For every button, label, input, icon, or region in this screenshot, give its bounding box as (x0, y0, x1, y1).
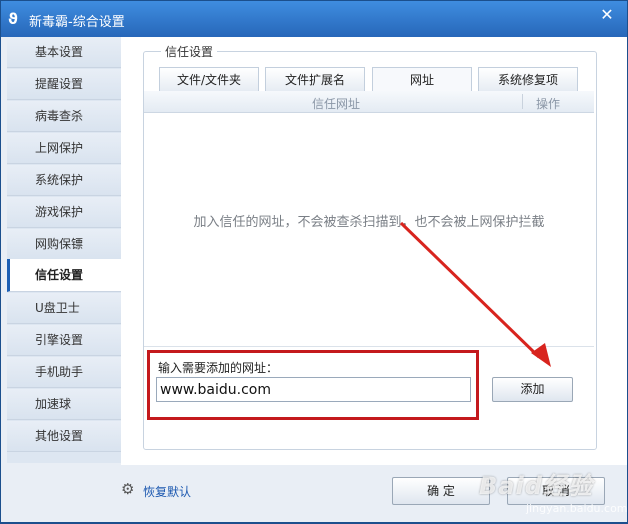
tab-file-extensions[interactable]: 文件扩展名 (265, 67, 365, 91)
settings-window: ϑ 新毒霸-综合设置 ✕ 基本设置 提醒设置 病毒查杀 上网保护 系统保护 游戏… (0, 0, 628, 523)
ok-button[interactable]: 确 定 (392, 477, 490, 505)
tab-urls[interactable]: 网址 (372, 67, 472, 92)
group-title: 信任设置 (161, 43, 218, 60)
sidebar-item-web-protection[interactable]: 上网保护 (7, 133, 121, 164)
window-title: 新毒霸-综合设置 (29, 15, 125, 30)
restore-defaults-link[interactable]: 恢复默认 (143, 483, 191, 500)
sidebar-item-engine[interactable]: 引擎设置 (7, 325, 121, 356)
sidebar-item-phone-assistant[interactable]: 手机助手 (7, 357, 121, 388)
close-button[interactable]: ✕ (595, 5, 619, 25)
divider (144, 346, 594, 347)
watermark-url: jingyan.baidu.com (526, 502, 628, 515)
column-header-trusted-url[interactable]: 信任网址 (312, 95, 360, 112)
empty-list-hint: 加入信任的网址，不会被查杀扫描到，也不会被上网保护拦截 (193, 215, 545, 230)
sidebar-item-speed-ball[interactable]: 加速球 (7, 389, 121, 420)
sidebar-item-trust[interactable]: 信任设置 (7, 259, 123, 292)
sidebar-item-shopping-guard[interactable]: 网购保镖 (7, 229, 121, 260)
column-divider (522, 94, 523, 109)
watermark-logo: Baid经验 (479, 472, 593, 500)
sidebar-item-other[interactable]: 其他设置 (7, 421, 121, 452)
column-header-action[interactable]: 操作 (536, 95, 560, 112)
gear-icon[interactable]: ⚙ (121, 481, 137, 497)
sidebar-item-system-protection[interactable]: 系统保护 (7, 165, 121, 196)
tab-files-folders[interactable]: 文件/文件夹 (159, 67, 259, 91)
sidebar-item-virus-scan[interactable]: 病毒查杀 (7, 101, 121, 132)
annotation-highlight-box (147, 350, 479, 420)
sidebar-item-reminder[interactable]: 提醒设置 (7, 69, 121, 100)
sidebar-item-usb-guard[interactable]: U盘卫士 (7, 293, 121, 324)
duba-logo-icon: ϑ (8, 10, 18, 28)
add-button[interactable]: 添加 (492, 377, 573, 402)
sidebar-item-basic[interactable]: 基本设置 (7, 37, 121, 68)
title-bar: ϑ 新毒霸-综合设置 ✕ (1, 1, 627, 37)
tab-system-repair[interactable]: 系统修复项 (478, 67, 578, 91)
sidebar-item-game-protection[interactable]: 游戏保护 (7, 197, 121, 228)
grid-header: 信任网址 操作 (144, 91, 594, 113)
